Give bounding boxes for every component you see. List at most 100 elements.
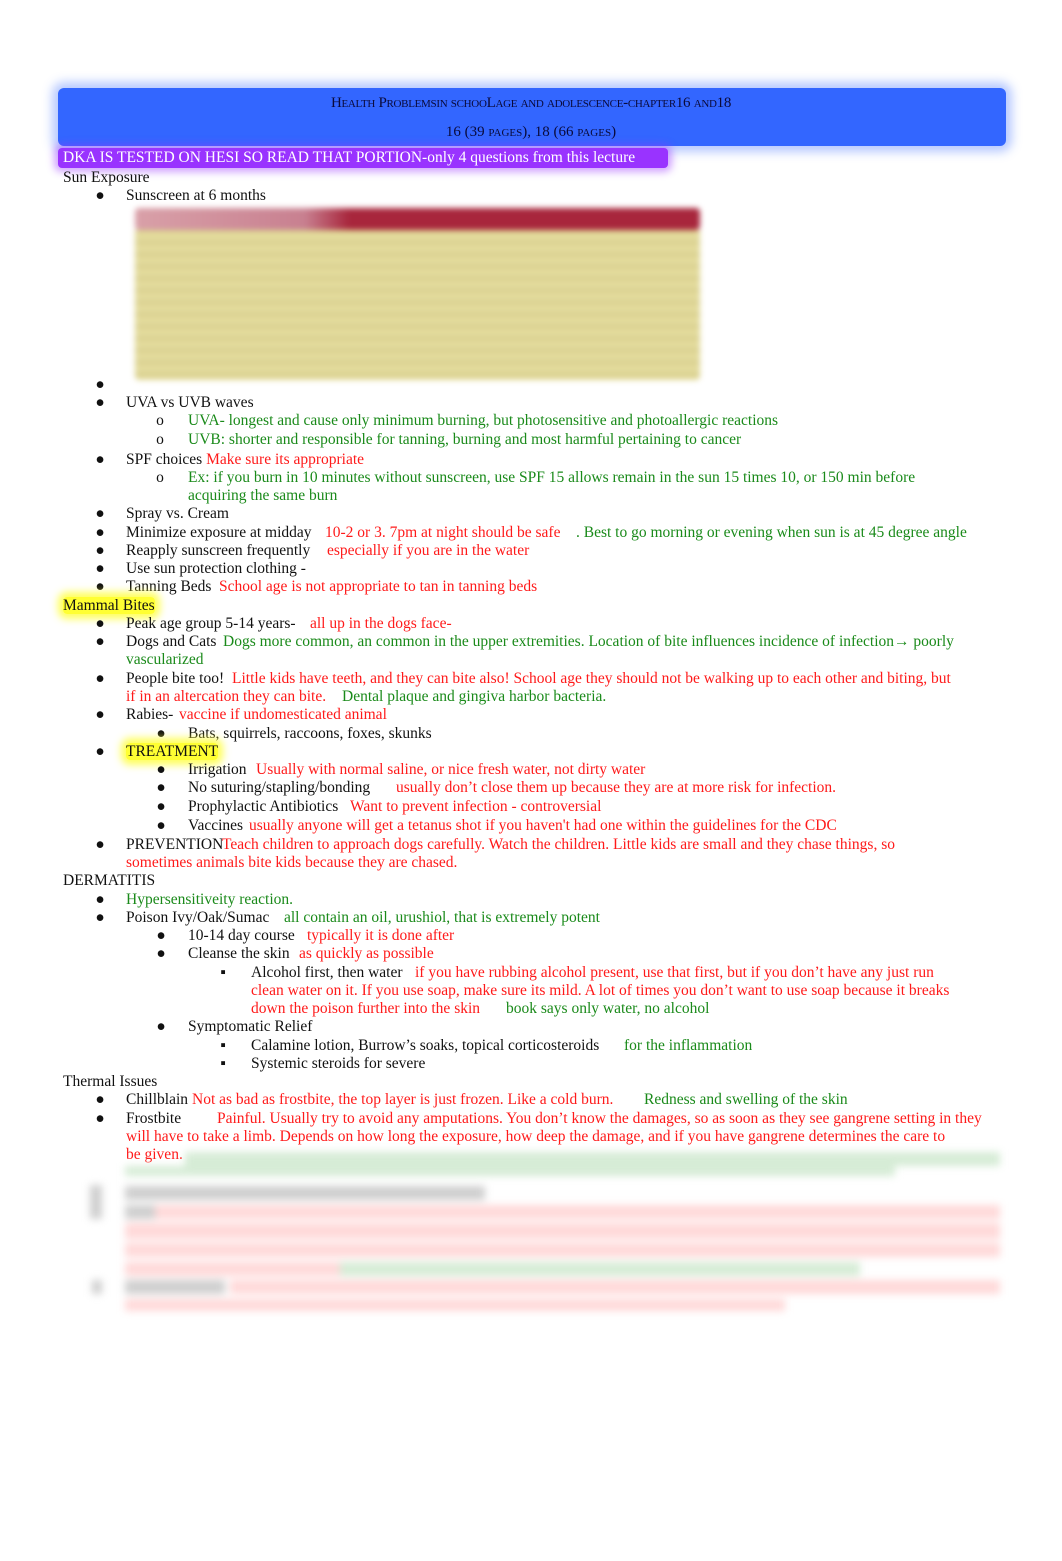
bullet-icon: ●	[156, 761, 166, 778]
note-course: typically it is done after	[307, 927, 455, 944]
bullet-icon: ●	[95, 909, 105, 926]
note-dogs-cats-2: vascularized	[126, 651, 204, 668]
blurred-black-line	[125, 1186, 485, 1200]
bullet-icon: ●	[156, 798, 166, 815]
circle-bullet-icon: o	[156, 412, 164, 429]
spf-note: Make sure its appropriate	[206, 451, 365, 468]
note-tanning: School age is not appropriate to tan in …	[219, 578, 538, 595]
list-item-course: 10-14 day course	[188, 927, 295, 944]
bullet-icon: ●	[156, 779, 166, 796]
section-heading-thermal: Thermal Issues	[63, 1073, 158, 1090]
list-item-cleanse: Cleanse the skin	[188, 945, 290, 962]
bullet-icon: ●	[95, 1091, 105, 1108]
bullet-icon: ●	[95, 542, 105, 559]
note-uvb: UVB: shorter and responsible for tanning…	[188, 431, 742, 448]
bullet-icon: ●	[95, 1110, 105, 1127]
section-heading-mammal-bites: Mammal Bites	[63, 597, 155, 615]
list-item-uva-uvb: UVA vs UVB waves	[126, 394, 254, 411]
document-title: Health Problemsin schooLage and adolesce…	[330, 95, 732, 111]
note-spf-example-1: Ex: if you burn in 10 minutes without su…	[188, 469, 916, 486]
note-chillblain-green: Redness and swelling of the skin	[644, 1091, 848, 1108]
section-heading-dermatitis: DERMATITIS	[63, 872, 156, 889]
blurred-black-line	[125, 1280, 225, 1294]
list-item-midday: Minimize exposure at midday	[126, 524, 312, 541]
bullet-icon: ●	[95, 836, 105, 853]
treatment-item-label: Prophylactic Antibiotics	[188, 798, 339, 815]
note-alcohol-green: book says only water, no alcohol	[506, 1000, 710, 1017]
list-item-sunscreen: Sunscreen at 6 months	[126, 187, 266, 204]
square-bullet-icon: ▪	[220, 964, 226, 981]
bullet-icon: ●	[95, 670, 105, 687]
bullet-icon: ●	[95, 394, 105, 411]
blurred-red-line	[125, 1243, 1000, 1257]
list-item-symptomatic: Symptomatic Relief	[188, 1018, 313, 1035]
blurred-red-line	[125, 1262, 340, 1276]
list-item-clothing: Use sun protection clothing -	[126, 560, 306, 577]
bullet-icon: ●	[156, 927, 166, 944]
list-item-dogs-cats: Dogs and Cats	[126, 633, 217, 650]
note-alcohol-3: down the poison further into the skin	[251, 1000, 481, 1017]
note-chillblain: Not as bad as frostbite, the top layer i…	[192, 1091, 614, 1108]
document-page: Health Problemsin schooLage and adolesce…	[0, 0, 1062, 1561]
note-people-bite-2: if in an altercation they can bite.	[126, 688, 327, 705]
blurred-green-line	[125, 1166, 895, 1176]
circle-bullet-icon: o	[156, 469, 164, 486]
note-cleanse: as quickly as possible	[299, 945, 434, 962]
list-item-calamine: Calamine lotion, Burrow’s soaks, topical…	[251, 1037, 600, 1054]
bullet-icon: ●	[156, 817, 166, 834]
circle-bullet-icon: o	[156, 431, 164, 448]
blurred-green-line	[340, 1262, 860, 1276]
treatment-item-label: Vaccines	[188, 817, 244, 834]
bullet-icon: ●	[156, 725, 166, 742]
blurred-red-line	[125, 1223, 1000, 1239]
note-frostbite-1: Painful. Usually try to avoid any amputa…	[217, 1110, 982, 1127]
bullet-icon: ●	[95, 505, 105, 522]
list-item-spray: Spray vs. Cream	[126, 505, 229, 522]
bullet-icon: ●	[95, 615, 105, 632]
highlighted-treatment: TREATMENT	[126, 743, 219, 760]
list-item-alcohol: Alcohol first, then water	[251, 964, 403, 981]
treatment-item-label: Irrigation	[188, 761, 247, 778]
list-item-people-bite: People bite too!	[126, 670, 225, 687]
bullet-icon: ●	[95, 187, 105, 204]
blurred-embedded-image	[135, 208, 700, 380]
note-frostbite-2: will have to take a limb. Depends on how…	[126, 1128, 946, 1145]
document-subtitle: 16 (39 pages), 18 (66 pages)	[445, 124, 617, 140]
treatment-item-label: No suturing/stapling/bonding	[188, 779, 371, 796]
list-item-tanning: Tanning Beds	[126, 578, 212, 595]
list-item-reapply: Reapply sunscreen frequently	[126, 542, 311, 559]
bullet-icon: ●	[95, 524, 105, 541]
bullet-icon: ●	[95, 451, 105, 468]
note-people-bite-1: Little kids have teeth, and they can bit…	[232, 670, 951, 687]
treatment-item-note: Want to prevent infection - controversia…	[350, 798, 602, 815]
treatment-item-note: Usually with normal saline, or nice fres…	[256, 761, 646, 778]
list-item-rabies-animals: Bats, squirrels, raccoons, foxes, skunks	[188, 725, 432, 742]
list-item-rabies: Rabies-	[126, 706, 174, 723]
blurred-bullet	[90, 1185, 102, 1219]
image-header-bar	[135, 208, 700, 230]
list-item-treatment: TREATMENT	[126, 743, 219, 761]
note-midday-red: 10-2 or 3. 7pm at night should be safe	[325, 524, 561, 541]
note-prevention-2: sometimes animals bite kids because they…	[126, 854, 458, 871]
note-dogs-cats-1: Dogs more common, an common in the upper…	[223, 633, 954, 650]
square-bullet-icon: ▪	[220, 1055, 226, 1072]
list-item-chillblain: Chillblain	[126, 1091, 188, 1108]
spf-label: SPF choices	[126, 451, 203, 468]
bullet-icon: ●	[156, 1018, 166, 1035]
treatment-item-note: usually don’t close them up because they…	[396, 779, 837, 796]
blurred-black-line	[125, 1205, 155, 1219]
bullet-icon: ●	[156, 945, 166, 962]
note-uva: UVA- longest and cause only minimum burn…	[188, 412, 779, 429]
note-spf-example-2: acquiring the same burn	[188, 487, 338, 504]
bullet-icon: ●	[95, 706, 105, 723]
blurred-green-line	[185, 1152, 1000, 1166]
blurred-red-line	[125, 1299, 785, 1311]
note-alcohol-2: clean water on it. If you use soap, make…	[251, 982, 950, 999]
note-people-bite-green: Dental plaque and gingiva harbor bacteri…	[342, 688, 607, 705]
blurred-bullet	[92, 1280, 102, 1294]
note-rabies: vaccine if undomesticated animal	[179, 706, 387, 723]
note-midday-green: . Best to go morning or evening when sun…	[576, 524, 967, 541]
list-item-prevention: PREVENTION	[126, 836, 224, 853]
blurred-red-line	[230, 1280, 1000, 1294]
list-item-poison-ivy: Poison Ivy/Oak/Sumac	[126, 909, 270, 926]
